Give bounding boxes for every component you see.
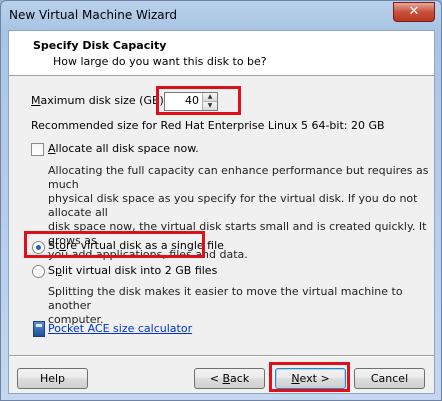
next-button[interactable]: Next > [275,368,346,389]
single-file-radio[interactable] [32,241,45,254]
spin-down-icon[interactable]: ▼ [203,102,217,110]
recommended-size-text: Recommended size for Red Hat Enterprise … [31,119,385,132]
page-subtitle: How large do you want this disk to be? [53,55,267,68]
help-button[interactable]: Help [17,368,88,389]
disk-size-value[interactable]: 40 [185,94,199,107]
split-files-label[interactable]: Split virtual disk into 2 GB files [48,264,217,277]
single-file-label[interactable]: Store virtual disk as a single file [48,239,224,252]
disk-size-label: Maximum disk size (GB): [31,94,168,107]
spin-up-icon[interactable]: ▲ [203,93,217,102]
split-files-radio[interactable] [32,265,45,278]
cancel-button[interactable]: Cancel [354,368,425,389]
close-icon: ✕ [408,4,420,19]
wizard-window: New Virtual Machine Wizard ✕ Specify Dis… [0,0,442,401]
allocate-checkbox[interactable] [31,143,44,156]
calculator-icon [33,321,45,337]
spinner-buttons: ▲ ▼ [202,93,217,110]
button-divider [9,355,434,357]
back-button[interactable]: < Back [194,368,265,389]
split-description: Splitting the disk makes it easier to mo… [48,285,403,326]
window-title: New Virtual Machine Wizard [9,8,177,22]
disk-size-spinner[interactable]: 40 ▲ ▼ [164,92,218,111]
title-bar[interactable]: New Virtual Machine Wizard ✕ [1,1,441,30]
close-button[interactable]: ✕ [393,2,435,22]
page-title: Specify Disk Capacity [33,39,167,52]
pocket-ace-calculator-link[interactable]: Pocket ACE size calculator [48,322,192,335]
allocate-label[interactable]: Allocate all disk space now. [48,142,199,155]
header-panel: Specify Disk Capacity How large do you w… [9,31,434,76]
wizard-client-area: Specify Disk Capacity How large do you w… [8,30,435,394]
